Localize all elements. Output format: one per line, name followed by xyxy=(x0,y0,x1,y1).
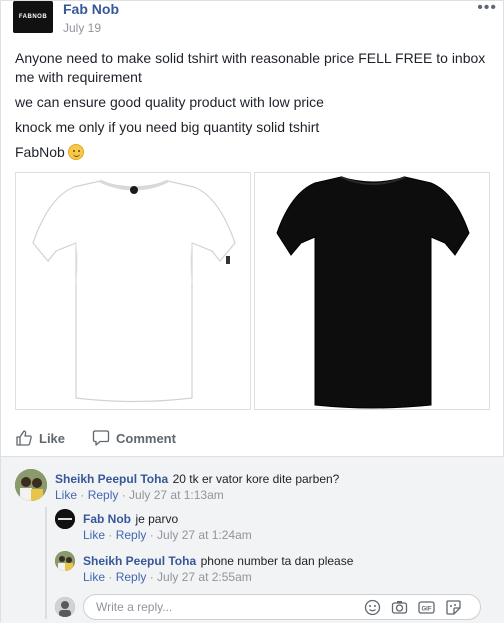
reply-1-like-link[interactable]: Like xyxy=(83,528,105,542)
reply-1-meta: Like · Reply · July 27 at 1:24am xyxy=(83,528,252,542)
reply-composer[interactable]: GIF xyxy=(83,594,481,620)
post-author[interactable]: Fab Nob xyxy=(63,1,119,17)
photo-white-tshirt[interactable] xyxy=(15,172,251,410)
reply-2: Sheikh Peepul Toha phone number ta dan p… xyxy=(83,552,353,570)
like-button[interactable]: Like xyxy=(15,429,65,447)
comment-main: Sheikh Peepul Toha 20 tk er vator kore d… xyxy=(55,470,339,488)
post-line-4: FabNob xyxy=(15,143,495,162)
more-options-icon[interactable]: ••• xyxy=(477,0,497,17)
post-card: FABNOB Fab Nob July 19 ••• Anyone need t… xyxy=(0,0,504,623)
comment-label: Comment xyxy=(116,430,176,446)
reply-thread-line xyxy=(45,507,47,619)
smile-emoji-icon xyxy=(67,144,84,160)
camera-icon[interactable] xyxy=(391,599,408,616)
reply-2-reply-link[interactable]: Reply xyxy=(116,570,147,584)
sticker-icon[interactable] xyxy=(445,599,462,616)
page-avatar[interactable]: FABNOB xyxy=(13,1,53,33)
comment-meta: Like · Reply · July 27 at 1:13am xyxy=(55,488,224,502)
emoji-icon[interactable] xyxy=(364,599,381,616)
reply-1-author[interactable]: Fab Nob xyxy=(83,512,131,526)
signature-text: FabNob xyxy=(15,144,65,160)
comment-timestamp[interactable]: July 27 at 1:13am xyxy=(129,488,224,502)
page-avatar-logo: FABNOB xyxy=(18,14,48,20)
comment-reply-link[interactable]: Reply xyxy=(88,488,119,502)
reply-2-meta: Like · Reply · July 27 at 2:55am xyxy=(83,570,252,584)
gif-icon[interactable]: GIF xyxy=(418,599,435,616)
reply-1-text: je parvo xyxy=(135,512,179,526)
post-body: Anyone need to make solid tshirt with re… xyxy=(15,49,495,168)
commenter-avatar[interactable] xyxy=(15,469,47,501)
thumbs-up-icon xyxy=(16,430,32,446)
comment-like-link[interactable]: Like xyxy=(55,488,77,502)
post-line-3: knock me only if you need big quantity s… xyxy=(15,119,320,135)
reply-1: Fab Nob je parvo xyxy=(83,510,178,528)
like-label: Like xyxy=(39,430,66,446)
post-actions: Like Comment xyxy=(13,425,493,457)
comments-section: Sheikh Peepul Toha 20 tk er vator kore d… xyxy=(1,456,504,623)
reply-avatar-toha[interactable] xyxy=(55,551,75,571)
reply-avatar-fabnob[interactable] xyxy=(55,509,75,529)
fabnob-logo-icon xyxy=(55,509,75,529)
reply-2-timestamp[interactable]: July 27 at 2:55am xyxy=(157,570,252,584)
comment-text: 20 tk er vator kore dite parben? xyxy=(172,472,340,486)
post-line-1: Anyone need to make solid tshirt with re… xyxy=(15,50,486,85)
post-line-2: we can ensure good quality product with … xyxy=(15,94,324,110)
photo-black-tshirt[interactable] xyxy=(254,172,490,410)
user-photo-icon xyxy=(55,597,75,617)
post-date[interactable]: July 19 xyxy=(63,21,101,35)
comment-author[interactable]: Sheikh Peepul Toha xyxy=(55,472,168,486)
reply-1-timestamp[interactable]: July 27 at 1:24am xyxy=(157,528,252,542)
reply-2-author[interactable]: Sheikh Peepul Toha xyxy=(83,554,196,568)
reply-1-reply-link[interactable]: Reply xyxy=(116,528,147,542)
reply-input[interactable] xyxy=(96,599,346,615)
post-header: FABNOB Fab Nob July 19 ••• xyxy=(1,0,504,41)
current-user-avatar xyxy=(55,597,75,617)
black-tshirt-icon xyxy=(276,176,470,409)
reply-2-like-link[interactable]: Like xyxy=(83,570,105,584)
reply-2-text: phone number ta dan please xyxy=(200,554,354,568)
white-tshirt-icon xyxy=(32,179,236,403)
svg-text:GIF: GIF xyxy=(422,607,432,613)
comment-button[interactable]: Comment xyxy=(92,429,176,447)
avatar-photo-icon xyxy=(15,469,47,501)
comment-bubble-icon xyxy=(92,430,110,446)
avatar-photo-icon xyxy=(55,551,75,571)
